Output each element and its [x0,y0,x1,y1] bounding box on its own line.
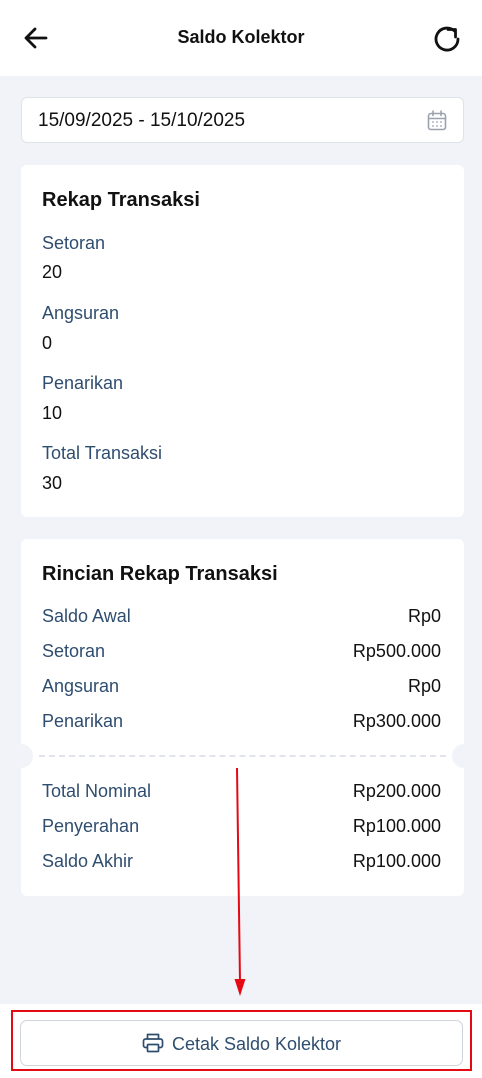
rekap-label-penarikan: Penarikan [42,373,124,393]
refresh-icon[interactable] [430,22,464,56]
rincian-title: Rincian Rekap Transaksi [42,563,278,585]
page-title: Saldo Kolektor [177,27,305,47]
list-item: Total Nominal Rp200.000 [42,781,441,805]
date-range-field[interactable]: 15/09/2025 - 15/10/2025 [21,97,464,143]
printer-icon [142,1033,164,1053]
divider-notch-right [452,744,476,768]
calendar-icon[interactable] [427,110,447,132]
print-button-content: Cetak Saldo Kolektor [21,1033,462,1055]
row-label: Angsuran [42,676,120,696]
list-item: Saldo Akhir Rp100.000 [42,851,441,875]
rekap-value-penarikan: 10 [42,403,63,423]
rekap-label-total-transaksi: Total Transaksi [42,443,163,463]
rekap-label-setoran: Setoran [42,233,106,253]
row-value: Rp300.000 [352,711,441,731]
row-label: Saldo Akhir [42,851,134,871]
row-value: Rp0 [407,676,441,696]
list-item: Setoran Rp500.000 [42,641,441,665]
list-item: Saldo Awal Rp0 [42,606,441,630]
rekap-transaksi-card: Rekap Transaksi Setoran 20 Angsuran 0 Pe… [21,165,464,517]
rincian-rekap-card: Rincian Rekap Transaksi Saldo Awal Rp0 S… [9,539,476,896]
list-item: Penarikan Rp300.000 [42,711,441,735]
row-label: Setoran [42,641,106,661]
app-bar: Saldo Kolektor [0,0,482,76]
row-value: Rp100.000 [352,851,441,871]
rekap-value-total-transaksi: 30 [42,473,63,493]
list-item: Angsuran Rp0 [42,676,441,700]
divider-notch-left [9,744,33,768]
date-range-value: 15/09/2025 - 15/10/2025 [38,110,246,131]
row-label: Saldo Awal [42,606,131,626]
rekap-title: Rekap Transaksi [42,189,200,211]
rekap-value-angsuran: 0 [42,333,53,353]
print-button-label: Cetak Saldo Kolektor [171,1034,342,1054]
row-value: Rp0 [407,606,441,626]
rekap-label-angsuran: Angsuran [42,303,120,323]
row-label: Total Nominal [42,781,152,801]
row-label: Penarikan [42,711,124,731]
row-value: Rp100.000 [352,816,441,836]
row-value: Rp500.000 [352,641,441,661]
row-value: Rp200.000 [352,781,441,801]
dashed-divider [39,755,446,757]
row-label: Penyerahan [42,816,140,836]
rekap-value-setoran: 20 [42,262,63,282]
bottom-bar: Cetak Saldo Kolektor [0,1004,482,1078]
list-item: Penyerahan Rp100.000 [42,816,441,840]
print-saldo-button[interactable]: Cetak Saldo Kolektor [20,1020,463,1066]
